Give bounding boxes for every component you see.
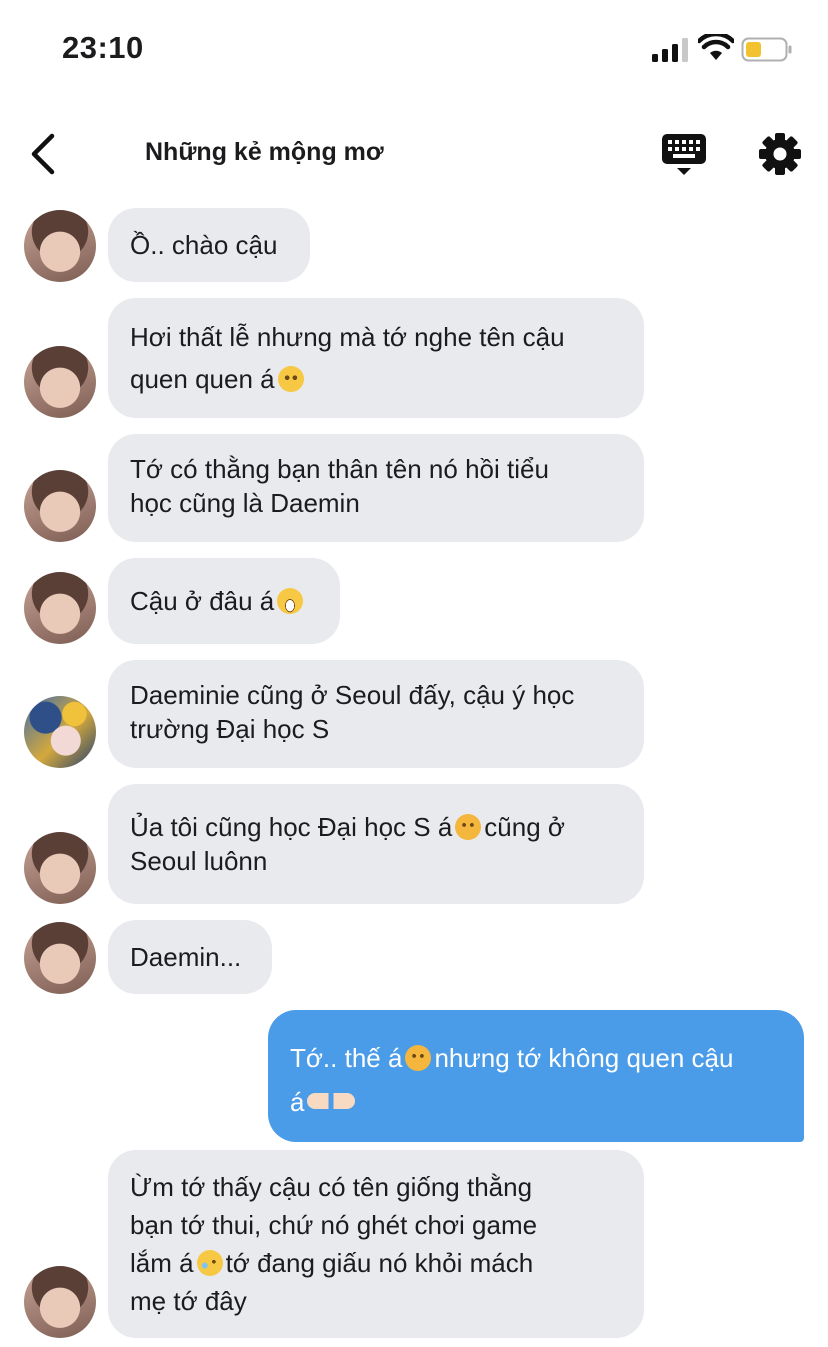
message-text: nhưng tớ không quen cậu <box>434 1043 734 1073</box>
settings-gear-icon[interactable] <box>756 130 804 178</box>
contact-avatar[interactable] <box>24 832 96 904</box>
chat-title: Những kẻ mộng mơ <box>145 138 384 166</box>
message-bubble[interactable]: Cậu ở đâu á <box>108 558 340 644</box>
message-text: Hơi thất lễ nhưng mà tớ nghe tên cậu <box>130 322 565 352</box>
contact-avatar[interactable] <box>24 572 96 644</box>
keyboard-icon[interactable] <box>660 132 708 178</box>
contact-avatar[interactable] <box>24 210 96 282</box>
crying-face-emoji-icon <box>196 1250 223 1276</box>
message-text: Ủa tôi cũng học Đại học S á <box>130 812 453 842</box>
battery-icon <box>741 37 792 62</box>
message-text: Tớ.. thế á <box>290 1043 403 1073</box>
contact-avatar[interactable] <box>24 346 96 418</box>
message-text: Ừm tớ thấy cậu có tên giống thằng <box>130 1172 533 1202</box>
message-text: Daemin... <box>130 942 242 972</box>
contact-avatar[interactable] <box>24 470 96 542</box>
message-text: Seoul luônn <box>130 846 268 876</box>
pleading-face-emoji-icon <box>277 366 304 392</box>
message-bubble[interactable]: Ừm tớ thấy cậu có tên giống thằng bạn tớ… <box>108 1150 644 1338</box>
pointing-hands-emoji-icon <box>307 1093 356 1109</box>
message-bubble[interactable]: Hơi thất lễ nhưng mà tớ nghe tên cậu que… <box>108 298 644 418</box>
message-text: học cũng là Daemin <box>130 488 360 518</box>
message-bubble[interactable]: Ủa tôi cũng học Đại học S á cũng ở Seoul … <box>108 784 644 904</box>
worried-face-emoji-icon <box>405 1045 432 1071</box>
back-chevron-icon[interactable] <box>26 130 62 178</box>
user-avatar[interactable] <box>24 696 96 768</box>
wifi-icon <box>698 34 734 60</box>
message-text: Tớ có thằng bạn thân tên nó hồi tiểu <box>130 454 549 484</box>
grinning-face-emoji-icon <box>277 588 304 614</box>
message-text: Cậu ở đâu á <box>130 586 275 616</box>
contact-avatar[interactable] <box>24 922 96 994</box>
message-text: Ồ.. chào cậu <box>130 230 278 260</box>
message-text: bạn tớ thui, chứ nó ghét chơi game <box>130 1210 538 1240</box>
message-bubble[interactable]: Daeminie cũng ở Seoul đấy, cậu ý học trư… <box>108 660 644 768</box>
outgoing-message-bubble[interactable]: Tớ.. thế á nhưng tớ không quen cậu á <box>268 1010 804 1142</box>
message-bubble[interactable]: Tớ có thằng bạn thân tên nó hồi tiểu học… <box>108 434 644 542</box>
message-text: cũng ở <box>484 812 565 842</box>
chat-header: Những kẻ mộng mơ <box>0 110 828 196</box>
message-text: quen quen á <box>130 364 275 394</box>
message-text: tớ đang giấu nó khỏi mách <box>225 1248 534 1278</box>
contact-avatar[interactable] <box>24 1266 96 1338</box>
message-bubble[interactable]: Ồ.. chào cậu <box>108 208 310 282</box>
status-time: 23:10 <box>62 30 144 65</box>
message-bubble[interactable]: Daemin... <box>108 920 272 994</box>
cellular-signal-icon <box>652 38 688 62</box>
frowning-face-emoji-icon <box>455 814 482 840</box>
status-bar: 23:10 <box>0 0 828 100</box>
message-text: trường Đại học S <box>130 714 330 744</box>
message-text: mẹ tớ đây <box>130 1286 247 1316</box>
message-text: á <box>290 1087 305 1117</box>
message-text: lắm á <box>130 1248 194 1278</box>
message-text: Daeminie cũng ở Seoul đấy, cậu ý học <box>130 680 575 710</box>
